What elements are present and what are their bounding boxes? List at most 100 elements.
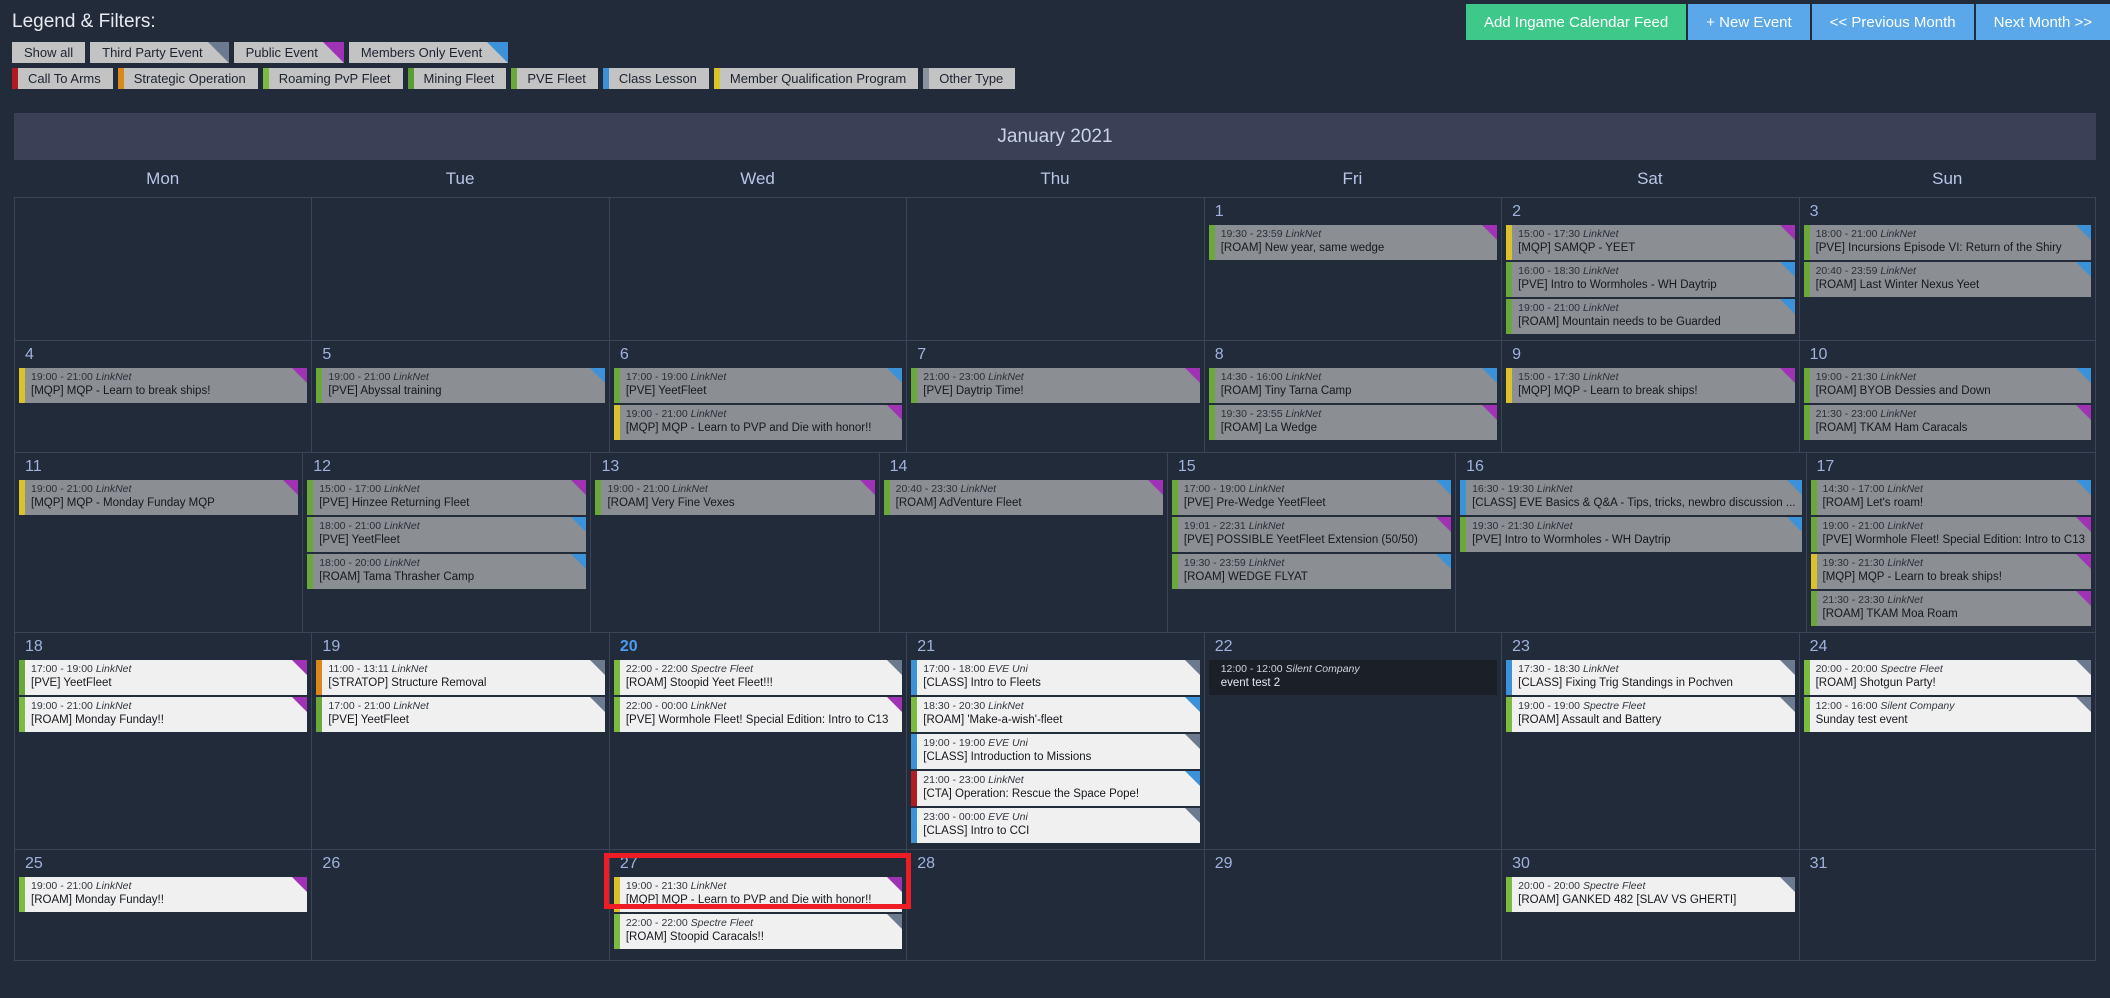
day-cell-31[interactable]: 31 bbox=[1798, 849, 2096, 961]
event-item[interactable]: 18:00 - 20:00 LinkNet [ROAM] Tama Thrashe… bbox=[307, 554, 587, 589]
filter-pve-fleet[interactable]: PVE Fleet bbox=[511, 68, 598, 89]
day-cell-17[interactable]: 17 14:30 - 17:00 LinkNet [ROAM] Let's roam… bbox=[1805, 452, 2096, 632]
event-item[interactable]: 22:00 - 00:00 LinkNet [PVE] Wormhole Flee… bbox=[613, 697, 903, 732]
filter-call-to-arms[interactable]: Call To Arms bbox=[12, 68, 113, 89]
button-new-event[interactable]: + New Event bbox=[1688, 4, 1810, 40]
filter-member-qualification-program[interactable]: Member Qualification Program bbox=[713, 68, 919, 89]
day-cell-15[interactable]: 15 17:00 - 19:00 LinkNet [PVE] Pre-Wedge Y… bbox=[1166, 452, 1456, 632]
event-item[interactable]: 15:00 - 17:00 LinkNet [PVE] Hinzee Return… bbox=[307, 480, 587, 515]
filter-strategic-operation[interactable]: Strategic Operation bbox=[117, 68, 258, 89]
event-item[interactable]: 16:30 - 19:30 LinkNet [CLASS] EVE Basics … bbox=[1460, 480, 1802, 515]
filter-class-lesson[interactable]: Class Lesson bbox=[602, 68, 709, 89]
event-item[interactable]: 16:00 - 18:30 LinkNet [PVE] Intro to Worm… bbox=[1506, 262, 1795, 297]
event-item[interactable]: 22:00 - 22:00 Spectre Fleet [ROAM] Stoopi… bbox=[613, 660, 903, 695]
event-item[interactable]: 19:30 - 23:59 LinkNet [ROAM] WEDGE FLYAT bbox=[1171, 554, 1452, 589]
event-item[interactable]: 14:30 - 17:00 LinkNet [ROAM] Let's roam! bbox=[1810, 480, 2091, 515]
day-cell-4[interactable]: 4 19:00 - 21:00 LinkNet [MQP] MQP - Learn … bbox=[14, 340, 312, 452]
day-cell-5[interactable]: 5 19:00 - 21:00 LinkNet [PVE] Abyssal trai… bbox=[311, 340, 609, 452]
event-item[interactable]: 19:01 - 22:31 LinkNet [PVE] POSSIBLE Yeet… bbox=[1171, 517, 1452, 552]
event-item[interactable]: 22:00 - 22:00 Spectre Fleet [ROAM] Stoopi… bbox=[613, 914, 903, 949]
event-item[interactable]: 18:00 - 21:00 LinkNet [PVE] Incursions Ep… bbox=[1803, 225, 2091, 260]
event-item[interactable]: 19:30 - 21:30 LinkNet [MQP] MQP - Learn t… bbox=[1810, 554, 2091, 589]
day-cell-23[interactable]: 23 17:30 - 18:30 LinkNet [CLASS] Fixing Tr… bbox=[1501, 632, 1799, 849]
filter-members-only-event[interactable]: Members Only Event bbox=[348, 42, 509, 63]
event-item[interactable]: 17:00 - 19:00 LinkNet [PVE] YeetFleet bbox=[19, 660, 308, 695]
event-item[interactable]: 19:00 - 21:00 LinkNet [ROAM] Mountain nee… bbox=[1506, 299, 1795, 334]
event-item[interactable]: 19:00 - 21:00 LinkNet [ROAM] Monday Funda… bbox=[19, 697, 308, 732]
day-cell-26[interactable]: 26 bbox=[311, 849, 609, 961]
day-cell-16[interactable]: 16 16:30 - 19:30 LinkNet [CLASS] EVE Basic… bbox=[1455, 452, 1806, 632]
event-item[interactable]: 12:00 - 16:00 Silent Company Sunday test … bbox=[1803, 697, 2091, 732]
event-item[interactable]: 19:00 - 21:30 LinkNet [MQP] MQP - Learn t… bbox=[613, 877, 903, 912]
day-cell-22[interactable]: 22 12:00 - 12:00 Silent Company event test… bbox=[1203, 632, 1502, 849]
event-item[interactable]: 19:00 - 21:00 LinkNet [MQP] MQP - Learn t… bbox=[613, 405, 903, 440]
event-item[interactable]: 19:00 - 21:00 LinkNet [ROAM] Very Fine Ve… bbox=[595, 480, 875, 515]
event-item[interactable]: 21:30 - 23:30 LinkNet [ROAM] TKAM Moa Roa… bbox=[1810, 591, 2091, 626]
day-cell-19[interactable]: 19 11:00 - 13:11 LinkNet [STRATOP] Structu… bbox=[311, 632, 609, 849]
event-item[interactable]: 21:30 - 23:00 LinkNet [ROAM] TKAM Ham Car… bbox=[1803, 405, 2091, 440]
event-item[interactable]: 20:40 - 23:30 LinkNet [ROAM] AdVenture Fl… bbox=[883, 480, 1163, 515]
day-cell-9[interactable]: 9 15:00 - 17:30 LinkNet [MQP] MQP - Learn … bbox=[1501, 340, 1799, 452]
event-item[interactable]: 19:00 - 21:00 LinkNet [ROAM] Monday Funda… bbox=[19, 877, 308, 912]
day-cell-14[interactable]: 14 20:40 - 23:30 LinkNet [ROAM] AdVenture … bbox=[878, 452, 1167, 632]
event-item[interactable]: 11:00 - 13:11 LinkNet [STRATOP] Structure… bbox=[316, 660, 605, 695]
filter-third-party-event[interactable]: Third Party Event bbox=[90, 42, 229, 63]
day-cell-12[interactable]: 12 15:00 - 17:00 LinkNet [PVE] Hinzee Retu… bbox=[302, 452, 591, 632]
event-item[interactable]: 17:00 - 18:00 EVE Uni [CLASS] Intro to Fl… bbox=[911, 660, 1200, 695]
day-cell-18[interactable]: 18 17:00 - 19:00 LinkNet [PVE] YeetFleet 19… bbox=[14, 632, 312, 849]
event-item[interactable]: 19:30 - 21:30 LinkNet [PVE] Intro to Worm… bbox=[1460, 517, 1802, 552]
event-item[interactable]: 19:30 - 23:55 LinkNet [ROAM] La Wedge bbox=[1208, 405, 1498, 440]
day-cell-20[interactable]: 20 22:00 - 22:00 Spectre Fleet [ROAM] Stoo… bbox=[608, 632, 907, 849]
day-cell-21[interactable]: 21 17:00 - 18:00 EVE Uni [CLASS] Intro to … bbox=[906, 632, 1204, 849]
event-item[interactable]: 19:00 - 19:00 EVE Uni [CLASS] Introductio… bbox=[911, 734, 1200, 769]
event-item[interactable]: 18:30 - 20:30 LinkNet [ROAM] 'Make-a-wish… bbox=[911, 697, 1200, 732]
filter-show-all[interactable]: Show all bbox=[12, 42, 86, 63]
event-item[interactable]: 17:00 - 19:00 LinkNet [PVE] YeetFleet bbox=[613, 368, 903, 403]
event-item[interactable]: 20:00 - 20:00 Spectre Fleet [ROAM] Shotgu… bbox=[1803, 660, 2091, 695]
button-next-month[interactable]: Next Month >> bbox=[1975, 4, 2110, 40]
day-cell-25[interactable]: 25 19:00 - 21:00 LinkNet [ROAM] Monday Fun… bbox=[14, 849, 312, 961]
event-item[interactable]: 20:40 - 23:59 LinkNet [ROAM] Last Winter … bbox=[1803, 262, 2091, 297]
day-cell-29[interactable]: 29 bbox=[1203, 849, 1502, 961]
event-item[interactable]: 19:00 - 21:00 LinkNet [MQP] MQP - Learn t… bbox=[19, 368, 308, 403]
event-item[interactable]: 17:00 - 19:00 LinkNet [PVE] Pre-Wedge Yee… bbox=[1171, 480, 1452, 515]
day-cell-6[interactable]: 6 17:00 - 19:00 LinkNet [PVE] YeetFleet 19:… bbox=[608, 340, 907, 452]
event-item[interactable]: 21:00 - 23:00 LinkNet [CTA] Operation: Re… bbox=[911, 771, 1200, 806]
event-item[interactable]: 15:00 - 17:30 LinkNet [MQP] MQP - Learn t… bbox=[1506, 368, 1795, 403]
event-item[interactable]: 19:00 - 21:00 LinkNet [PVE] Wormhole Flee… bbox=[1810, 517, 2091, 552]
day-cell-30[interactable]: 30 20:00 - 20:00 Spectre Fleet [ROAM] GANK… bbox=[1501, 849, 1799, 961]
day-cell-28[interactable]: 28 bbox=[906, 849, 1204, 961]
event-item[interactable]: 20:00 - 20:00 Spectre Fleet [ROAM] GANKED… bbox=[1506, 877, 1795, 912]
event-item[interactable]: 19:00 - 21:00 LinkNet [MQP] MQP - Monday … bbox=[19, 480, 299, 515]
day-cell-7[interactable]: 7 21:00 - 23:00 LinkNet [PVE] Daytrip Time… bbox=[906, 340, 1204, 452]
event-time: 19:30 - 23:59 LinkNet bbox=[1221, 228, 1491, 241]
filter-other-type[interactable]: Other Type bbox=[923, 68, 1016, 89]
button-previous-month[interactable]: << Previous Month bbox=[1811, 4, 1974, 40]
day-cell-10[interactable]: 10 19:00 - 21:30 LinkNet [ROAM] BYOB Dessi… bbox=[1798, 340, 2096, 452]
day-cell-27[interactable]: 27 19:00 - 21:30 LinkNet [MQP] MQP - Learn… bbox=[608, 849, 907, 961]
event-item[interactable]: 17:30 - 18:30 LinkNet [CLASS] Fixing Trig… bbox=[1506, 660, 1795, 695]
event-item[interactable]: 23:00 - 00:00 EVE Uni [CLASS] Intro to CC… bbox=[911, 808, 1200, 843]
day-cell-13[interactable]: 13 19:00 - 21:00 LinkNet [ROAM] Very Fine … bbox=[590, 452, 879, 632]
filter-public-event[interactable]: Public Event bbox=[233, 42, 344, 63]
event-item[interactable]: 19:00 - 21:30 LinkNet [ROAM] BYOB Dessies… bbox=[1803, 368, 2091, 403]
day-cell-24[interactable]: 24 20:00 - 20:00 Spectre Fleet [ROAM] Shot… bbox=[1798, 632, 2096, 849]
event-item[interactable]: 14:30 - 16:00 LinkNet [ROAM] Tiny Tarna C… bbox=[1208, 368, 1498, 403]
event-item[interactable]: 19:00 - 19:00 Spectre Fleet [ROAM] Assaul… bbox=[1506, 697, 1795, 732]
day-cell-11[interactable]: 11 19:00 - 21:00 LinkNet [MQP] MQP - Monda… bbox=[14, 452, 303, 632]
event-item[interactable]: 21:00 - 23:00 LinkNet [PVE] Daytrip Time! bbox=[911, 368, 1200, 403]
filter-roaming-pvp-fleet[interactable]: Roaming PvP Fleet bbox=[262, 68, 403, 89]
day-cell-3[interactable]: 3 18:00 - 21:00 LinkNet [PVE] Incursions E… bbox=[1798, 197, 2096, 340]
event-item[interactable]: 15:00 - 17:30 LinkNet [MQP] SAMQP - YEET bbox=[1506, 225, 1795, 260]
day-cell-8[interactable]: 8 14:30 - 16:00 LinkNet [ROAM] Tiny Tarna … bbox=[1203, 340, 1502, 452]
filter-mining-fleet[interactable]: Mining Fleet bbox=[407, 68, 507, 89]
event-item[interactable]: 19:00 - 21:00 LinkNet [PVE] Abyssal train… bbox=[316, 368, 605, 403]
event-item[interactable]: 19:30 - 23:59 LinkNet [ROAM] New year, sa… bbox=[1208, 225, 1498, 260]
event-source: LinkNet bbox=[988, 371, 1024, 383]
day-cell-1[interactable]: 1 19:30 - 23:59 LinkNet [ROAM] New year, s… bbox=[1203, 197, 1502, 340]
day-cell-2[interactable]: 2 15:00 - 17:30 LinkNet [MQP] SAMQP - YEET… bbox=[1501, 197, 1799, 340]
button-add-ingame-calendar-feed[interactable]: Add Ingame Calendar Feed bbox=[1465, 4, 1687, 40]
event-item[interactable]: 18:00 - 21:00 LinkNet [PVE] YeetFleet bbox=[307, 517, 587, 552]
event-item[interactable]: 12:00 - 12:00 Silent Company event test 2 bbox=[1208, 660, 1498, 695]
event-item[interactable]: 17:00 - 21:00 LinkNet [PVE] YeetFleet bbox=[316, 697, 605, 732]
